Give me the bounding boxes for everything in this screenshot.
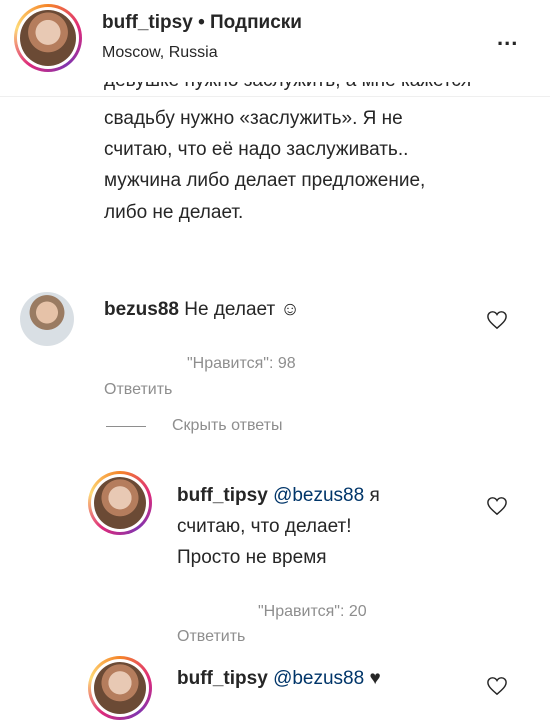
commenter-avatar[interactable] — [20, 292, 74, 346]
comment-username[interactable]: bezus88 — [104, 299, 179, 320]
caption-line: считаю, что её надо заслуживать.. — [104, 139, 409, 160]
comment-body: bezus88 Не делает ☺ — [104, 294, 300, 325]
reply-author-avatar[interactable] — [88, 471, 152, 535]
author-username[interactable]: buff_tipsy — [102, 12, 193, 33]
caption-cut-text: девушке нужно заслужить, а мне кажется — [104, 82, 471, 92]
more-options-icon[interactable]: ... — [497, 25, 518, 51]
header-separator: • — [198, 12, 205, 33]
like-heart-icon[interactable] — [486, 676, 508, 696]
caption-cut-line: девушке нужно заслужить, а мне кажется — [104, 82, 524, 96]
black-heart-emoji: ♥ — [369, 668, 381, 689]
location-link[interactable]: Moscow, Russia — [102, 44, 218, 62]
replies-divider — [106, 426, 146, 427]
reply-author-photo — [94, 662, 146, 714]
like-heart-icon[interactable] — [486, 310, 508, 330]
reply-author-photo — [94, 477, 146, 529]
reply-mention-link[interactable]: @bezus88 — [273, 668, 364, 689]
reply-button[interactable]: Ответить — [104, 381, 172, 399]
caption-line: либо не делает. — [104, 202, 244, 223]
follow-status-button[interactable]: Подписки — [210, 12, 302, 33]
comment-text: Не делает ☺ — [184, 299, 300, 320]
reply-text: я — [369, 485, 380, 506]
reply-username[interactable]: buff_tipsy — [177, 668, 268, 689]
like-heart-icon[interactable] — [486, 496, 508, 516]
hide-replies-button[interactable]: Скрыть ответы — [172, 417, 282, 435]
reply-text-line: считаю, что делает! — [177, 516, 352, 537]
reply-body: buff_tipsy @bezus88 ♥ — [177, 663, 381, 694]
reply-mention-link[interactable]: @bezus88 — [273, 485, 364, 506]
reply-likes-count[interactable]: "Нравится": 20 — [258, 603, 367, 621]
author-photo — [20, 10, 76, 66]
reply-text-line: Просто не время — [177, 547, 327, 568]
header-title: buff_tipsy • Подписки — [102, 12, 302, 34]
author-avatar[interactable] — [14, 4, 82, 72]
reply-author-avatar[interactable] — [88, 656, 152, 720]
caption-line: свадьбу нужно «заслужить». Я не — [104, 108, 403, 129]
caption-line: мужчина либо делает предложение, — [104, 170, 426, 191]
reply-username[interactable]: buff_tipsy — [177, 485, 268, 506]
reply-button[interactable]: Ответить — [177, 628, 245, 646]
comment-likes-count[interactable]: "Нравится": 98 — [187, 355, 296, 373]
reply-body: buff_tipsy @bezus88 я — [177, 480, 380, 511]
